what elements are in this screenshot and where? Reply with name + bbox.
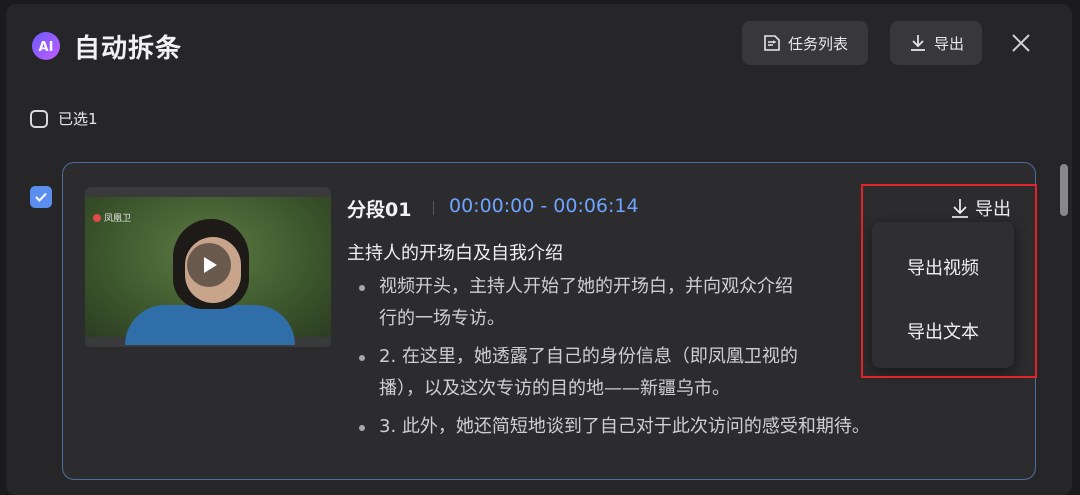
task-list-icon xyxy=(764,35,780,51)
export-label: 导出 xyxy=(933,34,964,53)
export-button[interactable]: 导出 xyxy=(890,21,982,65)
page-title: 自动拆条 xyxy=(74,34,183,64)
svg-text:AI: AI xyxy=(39,40,54,55)
summary-item-text: 3. 此外，她还简短地谈到了自己对于此次访问的感受和期待。 xyxy=(379,416,870,437)
title-divider xyxy=(433,201,434,215)
task-list-button[interactable]: 任务列表 xyxy=(742,21,868,65)
close-icon[interactable] xyxy=(1008,30,1034,56)
summary-item: 3. 此外，她还简短地谈到了自己对于此次访问的感受和期待。 xyxy=(359,411,969,443)
summary-item-text-cont: 播），以及这次专访的目的地——新疆乌市。 xyxy=(379,378,730,399)
summary-item-text: 视频开头，主持人开始了她的开场白，并向观众介绍 xyxy=(379,276,793,297)
summary-item-text: 2. 在这里，她透露了自己的身份信息（即凤凰卫视的 xyxy=(379,346,798,367)
segment-time-range: 00:00:00 - 00:06:14 xyxy=(449,195,639,217)
select-all-row[interactable]: 已选1 xyxy=(30,108,98,129)
select-all-checkbox[interactable] xyxy=(30,109,48,128)
play-button[interactable] xyxy=(187,243,231,287)
channel-logo: 凤凰卫 xyxy=(93,211,131,224)
segment-title: 分段01 xyxy=(347,199,412,221)
channel-logo-text: 凤凰卫 xyxy=(104,214,132,224)
thumbnail-jacket xyxy=(125,305,295,345)
segment-checkbox[interactable] xyxy=(30,186,52,208)
highlight-box xyxy=(861,184,1037,378)
checkmark-icon xyxy=(35,192,47,202)
task-list-label: 任务列表 xyxy=(787,34,848,53)
selected-count-label: 已选1 xyxy=(58,110,98,128)
ai-logo-icon: AI xyxy=(32,32,60,60)
summary-title: 主持人的开场白及自我介绍 xyxy=(347,243,563,264)
channel-logo-dot xyxy=(93,213,101,222)
auto-split-panel: AI 自动拆条 任务列表 导出 已选1 凤凰卫 分段01 00:00:00 - … xyxy=(6,4,1072,495)
download-icon xyxy=(910,35,925,51)
play-icon xyxy=(204,257,217,273)
scrollbar-thumb[interactable] xyxy=(1060,164,1068,216)
summary-item-text-cont: 行的一场专访。 xyxy=(379,308,505,329)
video-thumbnail[interactable]: 凤凰卫 xyxy=(85,187,331,347)
